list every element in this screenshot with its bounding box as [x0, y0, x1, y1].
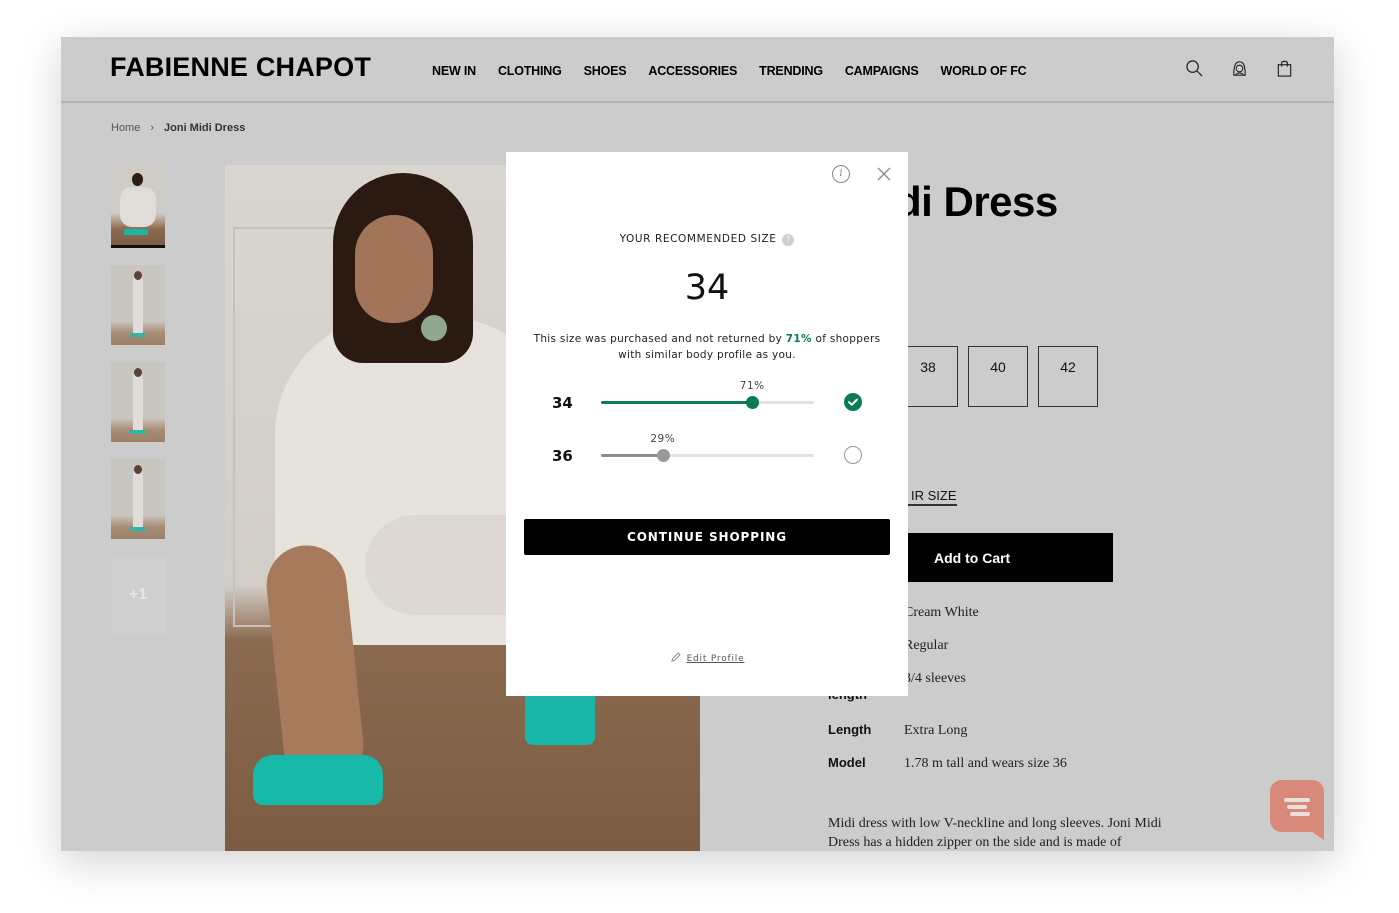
recommended-size-heading-text: YOUR RECOMMENDED SIZE [619, 233, 777, 245]
recommendation-note: This size was purchased and not returned… [526, 332, 888, 363]
note-percentage: 71% [785, 333, 812, 345]
note-text-before: This size was purchased and not returned… [533, 333, 786, 345]
size-radio-selected[interactable] [844, 393, 862, 411]
thumbnail-4[interactable] [111, 459, 165, 539]
product-description: Midi dress with low V-neckline and long … [828, 816, 1162, 850]
more-images-count: +1 [128, 586, 148, 603]
close-icon[interactable] [876, 166, 892, 182]
spec-value: Cream White [904, 605, 979, 620]
spec-value: 3/4 sleeves [904, 671, 966, 686]
continue-shopping-button[interactable]: CONTINUE SHOPPING [524, 519, 890, 555]
fit-bar-fill [601, 454, 663, 457]
site-header: FABIENNE CHAPOT NEW IN CLOTHING SHOES AC… [61, 37, 1334, 103]
header-actions [1185, 59, 1294, 78]
recommended-size-heading: YOUR RECOMMENDED SIZE ? [506, 233, 908, 246]
info-icon[interactable]: i [832, 165, 850, 183]
help-icon[interactable]: ? [782, 234, 795, 246]
nav-new-in[interactable]: NEW IN [432, 64, 476, 78]
main-nav: NEW IN CLOTHING SHOES ACCESSORIES TRENDI… [432, 64, 1049, 78]
fit-percentage-label: 29% [650, 433, 676, 445]
size-fit-row[interactable]: 36 29% [506, 433, 908, 470]
breadcrumb-home[interactable]: Home [111, 122, 140, 134]
nav-campaigns[interactable]: CAMPAIGNS [845, 64, 919, 78]
account-icon[interactable] [1230, 59, 1249, 78]
thumbnail-3[interactable] [111, 362, 165, 442]
chat-icon[interactable] [1270, 780, 1324, 840]
size-recommendation-modal: i YOUR RECOMMENDED SIZE ? 34 This size w… [506, 152, 908, 696]
breadcrumb-separator: › [150, 122, 155, 134]
brand-logo[interactable]: FABIENNE CHAPOT [110, 52, 371, 83]
fit-percentage-label: 71% [739, 380, 765, 392]
fit-bar-knob [746, 396, 760, 409]
size-fit-row[interactable]: 34 71% [506, 380, 908, 417]
thumbnail-list: +1 [111, 165, 165, 636]
recommended-size-value: 34 [684, 268, 730, 308]
breadcrumb-current: Joni Midi Dress [164, 122, 246, 134]
size-fit-label: 36 [552, 447, 573, 465]
fit-bar-track: 29% [601, 433, 814, 462]
nav-clothing[interactable]: CLOTHING [498, 64, 562, 78]
nav-accessories[interactable]: ACCESSORIES [648, 64, 737, 78]
size-fit-label: 34 [552, 394, 573, 412]
thumbnail-2[interactable] [111, 265, 165, 345]
thumbnail-more[interactable]: +1 [111, 556, 165, 636]
nav-trending[interactable]: TRENDING [759, 64, 823, 78]
fit-bar-track: 71% [601, 380, 814, 409]
shopping-bag-icon[interactable] [1275, 59, 1294, 78]
spec-value: Regular [904, 638, 949, 653]
thumbnail-1[interactable] [111, 165, 165, 248]
edit-profile-link[interactable]: Edit Profile [687, 654, 745, 664]
size-option-40[interactable]: 40 [968, 346, 1028, 407]
size-radio-unselected[interactable] [844, 446, 862, 464]
size-option-42[interactable]: 42 [1038, 346, 1098, 407]
fit-bar-fill [601, 401, 753, 404]
nav-world-of-fc[interactable]: WORLD OF FC [941, 64, 1027, 78]
spec-label: Length [828, 722, 872, 737]
spec-value: Extra Long [904, 723, 968, 738]
edit-profile: Edit Profile [506, 652, 908, 664]
nav-shoes[interactable]: SHOES [584, 64, 627, 78]
breadcrumb: Home › Joni Midi Dress [111, 122, 245, 134]
fit-bar-knob [656, 449, 670, 462]
spec-value: 1.78 m tall and wears size 36 [904, 756, 1067, 771]
find-size-label: IR SIZE [911, 488, 957, 503]
pencil-icon [670, 652, 681, 662]
spec-label: Model [828, 755, 866, 770]
search-icon[interactable] [1185, 59, 1204, 78]
